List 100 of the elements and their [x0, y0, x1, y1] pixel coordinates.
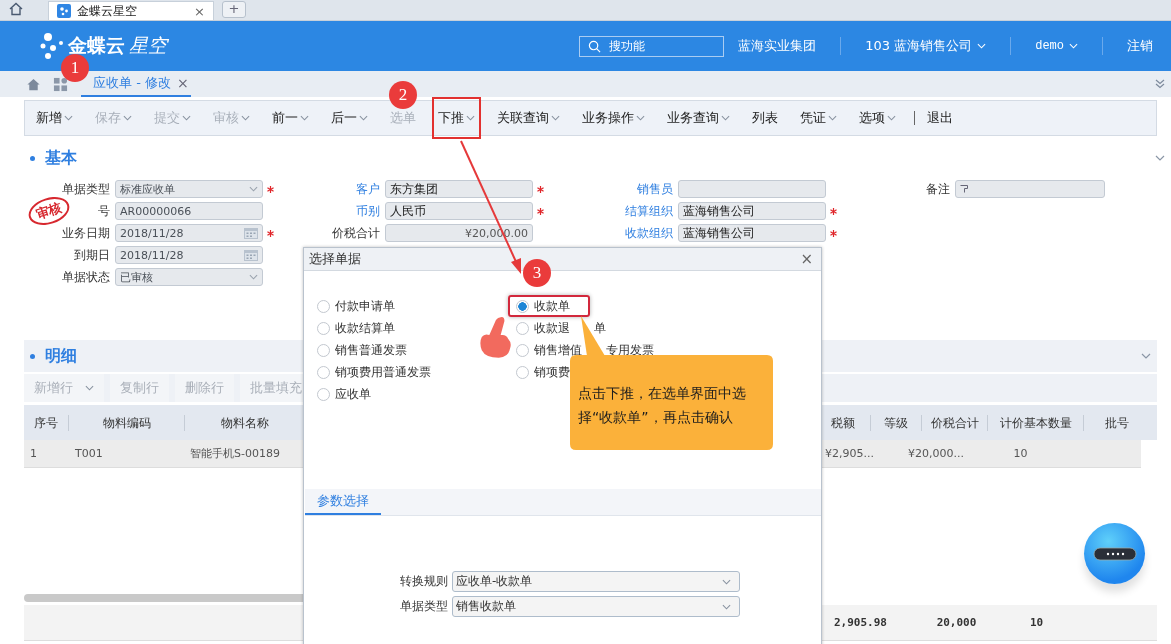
radio-button[interactable]: [317, 321, 330, 335]
double-chevron-icon[interactable]: [1155, 79, 1165, 89]
toolbar-button[interactable]: 关联查询: [491, 106, 566, 130]
field-label[interactable]: 收款组织: [625, 226, 673, 240]
radio-option[interactable]: 收款结算单: [309, 317, 397, 339]
dots-icon: [1092, 546, 1137, 561]
column-header[interactable]: 等级: [871, 414, 922, 431]
required-icon: [830, 229, 837, 237]
table-cell: 1: [30, 447, 37, 460]
caret-icon: [551, 115, 560, 121]
text-field[interactable]: [678, 180, 826, 198]
section-title[interactable]: 明细: [45, 345, 77, 367]
option-label-fragment: 单: [594, 319, 606, 337]
group-link[interactable]: 蓝海实业集团: [738, 37, 817, 55]
close-tab-button[interactable]: ×: [194, 3, 205, 19]
radio-button[interactable]: [317, 365, 330, 379]
column-header[interactable]: 价税合计: [922, 414, 988, 431]
toolbar-button[interactable]: 退出: [912, 106, 959, 130]
radio-button[interactable]: [516, 299, 529, 313]
search-input[interactable]: 搜功能: [609, 39, 710, 53]
text-field[interactable]: 蓝海销售公司: [678, 202, 826, 220]
dropdown-field[interactable]: 销售收款单: [452, 596, 740, 617]
required-icon: [267, 185, 274, 193]
apps-icon[interactable]: [53, 76, 68, 92]
close-tab-button[interactable]: ×: [176, 75, 189, 91]
column-header[interactable]: 物料编码: [69, 414, 185, 431]
required-icon: [267, 229, 274, 237]
total-cell: 2,905.98: [834, 616, 887, 629]
radio-option[interactable]: 收款退: [508, 317, 572, 339]
logout-link[interactable]: 注销: [1127, 37, 1153, 55]
radio-button[interactable]: [317, 387, 330, 401]
column-header[interactable]: 计价基本数量: [988, 414, 1084, 431]
column-header[interactable]: 序号: [24, 414, 69, 431]
field-label: 号: [98, 204, 110, 218]
radio-option[interactable]: 销项费用普通发票: [309, 361, 433, 383]
browser-tab[interactable]: 金蝶云星空 ×: [48, 1, 214, 20]
toolbar-button[interactable]: 后一: [325, 106, 374, 130]
user-menu[interactable]: demo: [1035, 39, 1064, 53]
radio-button[interactable]: [516, 365, 529, 379]
caret-icon: [1069, 43, 1078, 49]
caret-icon: [123, 115, 132, 121]
toolbar-button[interactable]: 新增: [30, 106, 79, 130]
note-icon: [960, 185, 968, 193]
home-icon[interactable]: [8, 1, 24, 17]
toolbar-button[interactable]: 业务操作: [576, 106, 651, 130]
radio-button[interactable]: [317, 343, 330, 357]
section-title[interactable]: 基本: [45, 147, 77, 169]
assistant-button[interactable]: [1084, 523, 1145, 584]
field-label: 单据状态: [62, 270, 110, 284]
dropdown-field[interactable]: 已审核: [115, 268, 263, 286]
dropdown-field[interactable]: 应收单-收款单: [452, 571, 740, 592]
text-field[interactable]: 蓝海销售公司: [678, 224, 826, 242]
collapse-chevron-icon[interactable]: [1155, 155, 1165, 161]
company-menu[interactable]: 103 蓝海销售公司: [865, 37, 973, 55]
table-cell: ¥20,000...: [908, 447, 964, 460]
caret-icon: [241, 115, 250, 121]
field-label[interactable]: 币别: [356, 204, 380, 218]
date-field[interactable]: 2018/11/28: [115, 246, 263, 264]
search-field[interactable]: 搜功能: [579, 35, 725, 57]
date-field[interactable]: 2018/11/28: [115, 224, 263, 242]
field-label[interactable]: 销售员: [637, 182, 673, 196]
radio-option[interactable]: 应收单: [309, 383, 373, 405]
caret-icon: [636, 115, 645, 121]
toolbar-button[interactable]: 前一: [266, 106, 315, 130]
field-label[interactable]: 客户: [356, 182, 380, 196]
collapse-chevron-icon[interactable]: [1141, 353, 1151, 359]
dialog-tab[interactable]: 参数选择: [305, 489, 381, 515]
field-label: 价税合计: [332, 226, 380, 240]
note-field[interactable]: [955, 180, 1105, 198]
caret-icon: [722, 603, 731, 610]
column-header[interactable]: 批号: [1084, 414, 1149, 431]
caret-icon: [249, 186, 258, 192]
toolbar-button[interactable]: 选项: [853, 106, 902, 130]
calendar-icon[interactable]: [244, 227, 258, 239]
caret-icon: [466, 115, 475, 121]
field-label: 备注: [926, 182, 950, 196]
radio-button[interactable]: [516, 321, 529, 335]
radio-option[interactable]: 销项费: [508, 361, 572, 383]
home-icon[interactable]: [26, 76, 41, 92]
radio-option[interactable]: 销售增值: [508, 339, 584, 361]
text-field[interactable]: AR00000066: [115, 202, 263, 220]
radio-button[interactable]: [317, 299, 330, 313]
dropdown-field[interactable]: 标准应收单: [115, 180, 263, 198]
radio-option[interactable]: 付款申请单: [309, 295, 397, 317]
calendar-icon[interactable]: [244, 249, 258, 261]
radio-option[interactable]: 销售普通发票: [309, 339, 409, 361]
field-label[interactable]: 结算组织: [625, 204, 673, 218]
caret-icon: [85, 385, 94, 391]
caret-icon: [721, 115, 730, 121]
close-button[interactable]: ×: [800, 250, 813, 268]
toolbar-button[interactable]: 列表: [746, 106, 784, 130]
radio-option[interactable]: 收款单: [508, 295, 590, 317]
table-cell: 10: [1013, 447, 1028, 460]
radio-button[interactable]: [516, 343, 529, 357]
new-tab-button[interactable]: +: [222, 1, 246, 18]
toolbar-button[interactable]: 凭证: [794, 106, 843, 130]
text-field[interactable]: 人民币: [385, 202, 533, 220]
toolbar-button[interactable]: 下推: [432, 97, 481, 139]
toolbar-button[interactable]: 业务查询: [661, 106, 736, 130]
text-field[interactable]: 东方集团: [385, 180, 533, 198]
